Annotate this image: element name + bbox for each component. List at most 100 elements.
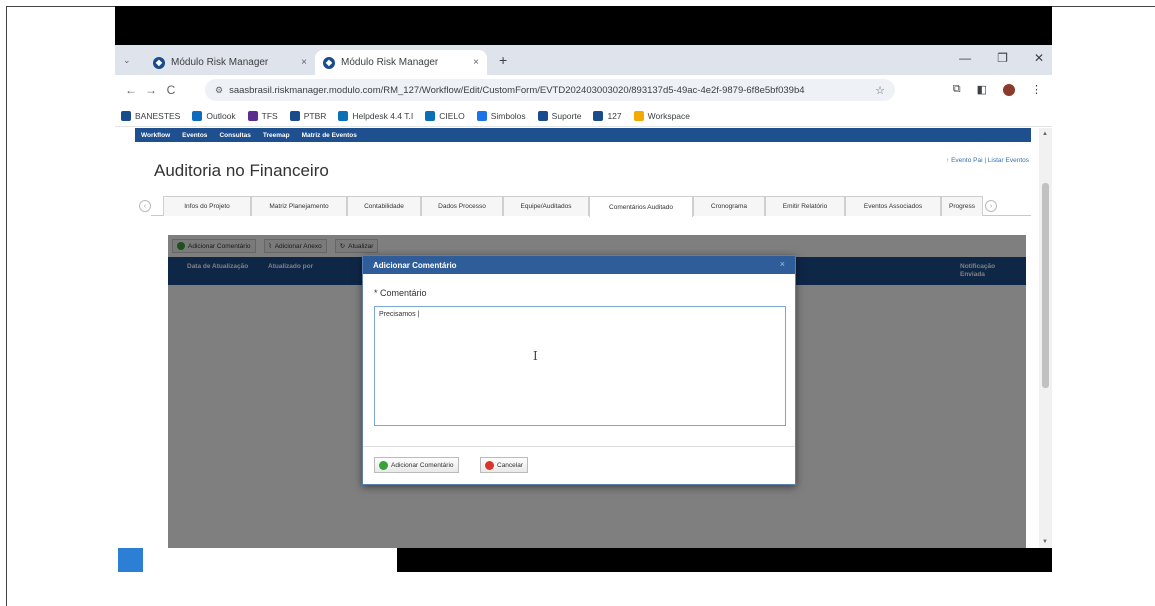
dialog-header: Adicionar Comentário × xyxy=(363,256,795,274)
new-tab-button[interactable]: + xyxy=(499,52,507,68)
cancel-button[interactable]: Cancelar xyxy=(480,457,529,473)
add-icon xyxy=(379,460,388,470)
maximize-button[interactable]: ❐ xyxy=(997,51,1008,65)
close-window-button[interactable]: ✕ xyxy=(1034,51,1044,65)
bookmark-item[interactable]: TFS xyxy=(247,110,278,121)
dialog-title: Adicionar Comentário xyxy=(373,260,457,270)
scroll-up-icon[interactable]: ▲ xyxy=(1042,131,1048,137)
bookmark-item[interactable]: Simbolos xyxy=(476,110,526,121)
bookmark-favicon-icon xyxy=(338,110,349,121)
bookmark-item[interactable]: CIELO xyxy=(425,110,465,121)
window-controls: — ❐ ✕ xyxy=(959,51,1044,65)
bookmark-favicon-icon xyxy=(192,110,203,121)
bookmark-label: TFS xyxy=(261,110,278,121)
browser-tab-title: Módulo Risk Manager xyxy=(171,57,269,68)
bookmark-item[interactable]: 127 xyxy=(593,110,622,121)
page-viewport: Workflow Eventos Consultas Treemap Matriz de… xyxy=(115,128,1039,548)
browser-tab-2[interactable]: ◆ Módulo Risk Manager × xyxy=(315,50,487,75)
modulo-logo-icon: ◆ xyxy=(323,56,335,69)
screenshot-stage: ⌄ ◆ Módulo Risk Manager × ◆ Módulo Risk … xyxy=(0,0,1155,606)
app-menu-item[interactable]: Treemap xyxy=(263,132,290,139)
app-menu-item[interactable]: Matriz de Eventos xyxy=(302,132,357,139)
bookmark-label: BANESTES xyxy=(135,110,181,121)
reload-button[interactable]: C xyxy=(161,83,181,97)
forward-button[interactable]: → xyxy=(141,83,161,97)
ibeam-cursor-icon: I xyxy=(533,349,538,363)
page-tab[interactable]: Matriz Planejamento xyxy=(251,196,347,216)
cancel-button-label: Cancelar xyxy=(497,461,524,469)
bookmarks-bar: BANESTES Outlook TFS PTBR Helpdesk 4.4 T.I CI… xyxy=(115,105,1052,127)
page-tab[interactable]: Comentários Auditado xyxy=(589,196,693,217)
navigation-bar: ← → C ⚙ saasbrasil.riskmanager.modulo.co… xyxy=(115,75,1052,105)
scroll-down-icon[interactable]: ▼ xyxy=(1042,539,1048,545)
toolbar-right: ⧉ ◧ ⋮ xyxy=(953,83,1042,96)
bookmark-favicon-icon xyxy=(425,110,436,121)
menu-kebab-icon[interactable]: ⋮ xyxy=(1031,83,1042,96)
app-menu-item[interactable]: Workflow xyxy=(141,132,170,139)
app-menu-item[interactable]: Consultas xyxy=(219,132,250,139)
frame-line-left xyxy=(6,6,7,606)
comment-textarea[interactable]: Precisamos | xyxy=(374,306,786,426)
site-info-icon[interactable]: ⚙ xyxy=(215,85,223,96)
browser-tab-1[interactable]: ◆ Módulo Risk Manager × xyxy=(145,50,315,75)
bookmark-favicon-icon xyxy=(633,110,644,121)
video-frame: ⌄ ◆ Módulo Risk Manager × ◆ Módulo Risk … xyxy=(115,6,1052,572)
bookmark-favicon-icon xyxy=(593,110,604,121)
modulo-logo-icon: ◆ xyxy=(153,56,165,69)
comment-label: * Comentário xyxy=(374,288,427,298)
page-tab[interactable]: Equipe/Auditados xyxy=(503,196,589,216)
bookmark-label: CIELO xyxy=(439,110,465,121)
page-tab[interactable]: Emitir Relatório xyxy=(765,196,845,216)
tabs-scroll-right-icon[interactable]: › xyxy=(985,200,997,212)
extensions-icon[interactable]: ⧉ xyxy=(953,83,961,96)
taskbar-start-button[interactable] xyxy=(118,548,143,572)
address-bar[interactable]: ⚙ saasbrasil.riskmanager.modulo.com/RM_1… xyxy=(205,79,895,101)
taskbar-dark-region xyxy=(397,548,1052,572)
page-tab[interactable]: Cronograma xyxy=(693,196,765,216)
dialog-footer: Adicionar Comentário Cancelar xyxy=(363,446,795,484)
tab-strip: ⌄ ◆ Módulo Risk Manager × ◆ Módulo Risk … xyxy=(115,45,1052,75)
browser-tab-title: Módulo Risk Manager xyxy=(341,57,439,68)
tab-close-icon[interactable]: × xyxy=(473,57,479,68)
bookmark-item[interactable]: Outlook xyxy=(192,110,236,121)
bookmark-favicon-icon xyxy=(247,110,258,121)
page-tabs: ‹ › Infos do Projeto Matriz Planejamento C… xyxy=(139,196,1031,217)
bookmark-star-icon[interactable]: ☆ xyxy=(875,84,885,97)
page-scrollbar[interactable]: ▲ ▼ xyxy=(1039,128,1052,548)
side-panel-icon[interactable]: ◧ xyxy=(977,83,987,96)
add-comment-button-label: Adicionar Comentário xyxy=(391,461,454,469)
taskbar xyxy=(115,548,1052,572)
profile-avatar[interactable] xyxy=(1003,83,1015,96)
parent-event-links[interactable]: ↑ Evento Pai | Listar Eventos xyxy=(946,157,1029,164)
minimize-button[interactable]: — xyxy=(959,51,971,65)
tab-close-icon[interactable]: × xyxy=(301,57,307,68)
bookmark-favicon-icon xyxy=(537,110,548,121)
add-comment-button[interactable]: Adicionar Comentário xyxy=(374,457,459,473)
bookmark-item[interactable]: Workspace xyxy=(633,110,690,121)
app-menu-bar: Workflow Eventos Consultas Treemap Matriz de… xyxy=(135,128,1031,142)
back-button[interactable]: ← xyxy=(121,83,141,97)
page-tab[interactable]: Eventos Associados xyxy=(845,196,941,216)
bookmark-label: Helpdesk 4.4 T.I xyxy=(352,110,414,121)
bookmark-item[interactable]: Suporte xyxy=(537,110,581,121)
page-tab[interactable]: Contabilidade xyxy=(347,196,421,216)
bookmark-label: Outlook xyxy=(206,110,236,121)
browser-window: ⌄ ◆ Módulo Risk Manager × ◆ Módulo Risk … xyxy=(115,45,1052,572)
page-tab[interactable]: Dados Processo xyxy=(421,196,503,216)
app-menu-item[interactable]: Eventos xyxy=(182,132,207,139)
bookmark-item[interactable]: BANESTES xyxy=(121,110,181,121)
bookmark-label: Simbolos xyxy=(490,110,526,121)
scrollbar-thumb[interactable] xyxy=(1042,183,1049,388)
bookmark-label: 127 xyxy=(607,110,622,121)
bookmark-item[interactable]: PTBR xyxy=(289,110,327,121)
tab-search-button[interactable]: ⌄ xyxy=(123,55,131,66)
bookmark-item[interactable]: Helpdesk 4.4 T.I xyxy=(338,110,414,121)
page-tab[interactable]: Progress xyxy=(941,196,983,216)
add-comment-dialog: Adicionar Comentário × * Comentário Prec… xyxy=(362,255,796,485)
page-title: Auditoria no Financeiro xyxy=(154,161,329,180)
tabs-scroll-left-icon[interactable]: ‹ xyxy=(139,200,151,212)
dialog-close-icon[interactable]: × xyxy=(780,259,785,269)
bookmark-label: PTBR xyxy=(303,110,327,121)
bookmark-label: Workspace xyxy=(647,110,690,121)
page-tab[interactable]: Infos do Projeto xyxy=(163,196,251,216)
